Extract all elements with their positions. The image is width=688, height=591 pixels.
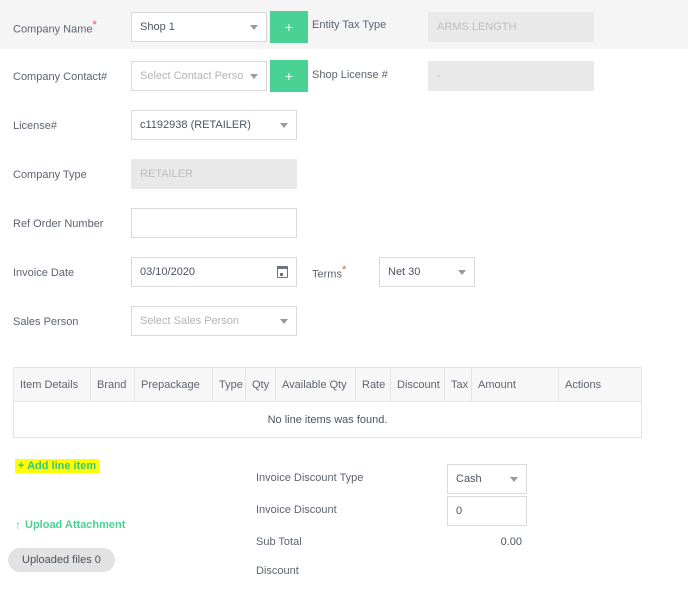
invoice-discount-type-label: Invoice Discount Type: [256, 472, 364, 484]
chevron-down-icon: [250, 24, 258, 30]
add-line-item-button[interactable]: + Add line item: [15, 459, 100, 473]
form-row-company-type: Company Type RETAILER: [0, 147, 688, 196]
line-items-table: Item Details Brand Prepackage Type Qty A…: [13, 367, 642, 438]
column-actions: Actions: [558, 367, 642, 402]
form-row-ref-order-number: Ref Order Number: [0, 196, 688, 245]
company-type-field: RETAILER: [131, 159, 297, 189]
chevron-down-icon: [250, 73, 258, 79]
sales-person-label: Sales Person: [13, 316, 79, 328]
form-row-company-contact: Company Contact# Select Contact Person +…: [0, 49, 688, 98]
shop-license-field: -: [428, 61, 594, 91]
empty-message: No line items was found.: [13, 401, 642, 438]
uploaded-files-chip[interactable]: Uploaded files 0: [8, 548, 115, 572]
upload-arrow-icon: ↑: [15, 518, 21, 532]
entity-tax-type-label: Entity Tax Type: [312, 19, 387, 31]
column-prepackage: Prepackage: [134, 367, 213, 402]
column-type: Type: [212, 367, 246, 402]
form-row-company-name: Company Name* Shop 1 + Entity Tax Type A…: [0, 0, 688, 49]
required-asterisk: *: [341, 264, 347, 276]
upload-attachment-label: Upload Attachment: [25, 519, 126, 531]
terms-label: Terms*: [312, 264, 347, 281]
license-select[interactable]: c1192938 (RETAILER): [131, 110, 297, 140]
add-contact-button[interactable]: +: [270, 60, 308, 92]
column-qty: Qty: [245, 367, 276, 402]
chevron-down-icon: [280, 122, 288, 128]
calendar-icon[interactable]: [276, 266, 289, 278]
column-item-details: Item Details: [13, 367, 91, 402]
ref-order-number-label: Ref Order Number: [13, 218, 104, 230]
sub-total-label: Sub Total: [256, 536, 302, 548]
terms-select[interactable]: Net 30: [379, 257, 475, 287]
invoice-discount-input[interactable]: 0: [447, 496, 527, 526]
upload-attachment-button[interactable]: ↑ Upload Attachment: [15, 519, 125, 531]
column-tax: Tax: [444, 367, 472, 402]
invoice-date-label: Invoice Date: [13, 267, 75, 279]
chevron-down-icon: [280, 318, 288, 324]
form-row-invoice-date: Invoice Date 03/10/2020 Terms* Net 30: [0, 245, 688, 294]
chevron-down-icon: [458, 269, 466, 275]
table-header-row: Item Details Brand Prepackage Type Qty A…: [13, 367, 642, 402]
company-type-label: Company Type: [13, 169, 87, 181]
ref-order-number-input[interactable]: [131, 208, 297, 238]
invoice-date-input[interactable]: 03/10/2020: [131, 257, 297, 287]
sales-person-select[interactable]: Select Sales Person: [131, 306, 297, 336]
form-row-license: License# c1192938 (RETAILER): [0, 98, 688, 147]
required-asterisk: *: [92, 19, 97, 31]
license-label: License#: [13, 120, 58, 132]
table-empty-row: No line items was found.: [13, 401, 642, 438]
invoice-discount-type-select[interactable]: Cash: [447, 464, 527, 494]
form-row-sales-person: Sales Person Select Sales Person: [0, 294, 688, 343]
chevron-down-icon: [510, 476, 518, 482]
entity-tax-type-field: ARMS LENGTH: [428, 12, 594, 42]
column-amount: Amount: [471, 367, 559, 402]
company-name-label: Company Name*: [13, 19, 97, 36]
shop-license-label: Shop License #: [312, 69, 388, 81]
invoice-discount-label: Invoice Discount: [256, 504, 337, 516]
discount-label: Discount: [256, 565, 299, 577]
sub-total-value: 0.00: [500, 536, 522, 548]
company-contact-label: Company Contact#: [13, 71, 108, 83]
column-discount: Discount: [390, 367, 445, 402]
company-contact-select[interactable]: Select Contact Person: [131, 61, 267, 91]
column-available-qty: Available Qty: [275, 367, 356, 402]
company-name-select[interactable]: Shop 1: [131, 12, 267, 42]
column-brand: Brand: [90, 367, 135, 402]
column-rate: Rate: [355, 367, 391, 402]
add-company-button[interactable]: +: [270, 11, 308, 43]
